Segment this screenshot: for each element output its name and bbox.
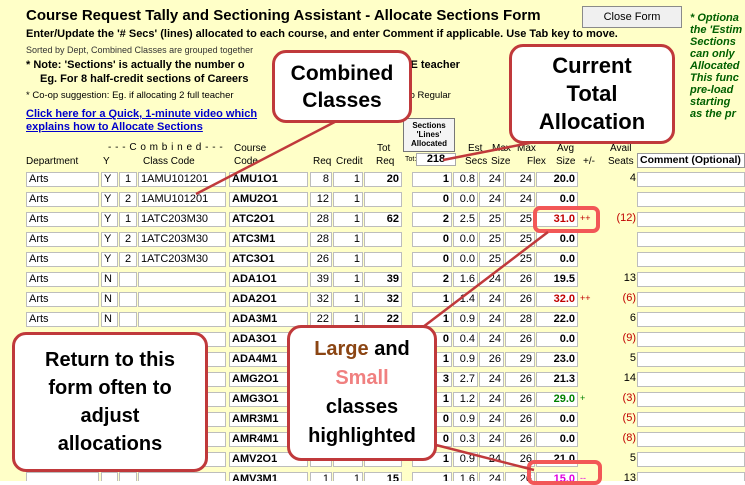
current-total-allocation-callout: Current Total Allocation <box>509 44 675 144</box>
small-word: Small <box>335 367 389 389</box>
combined-pointer <box>195 111 353 196</box>
combined-classes-callout: Combined Classes <box>272 50 412 123</box>
large-word: Large <box>314 338 369 360</box>
small-pointer <box>435 443 535 472</box>
large-small-classes-callout: Large and Small classes highlighted <box>287 325 437 461</box>
large-pointer <box>422 231 549 328</box>
return-to-form-callout: Return to this form often to adjust allocat… <box>12 332 208 472</box>
